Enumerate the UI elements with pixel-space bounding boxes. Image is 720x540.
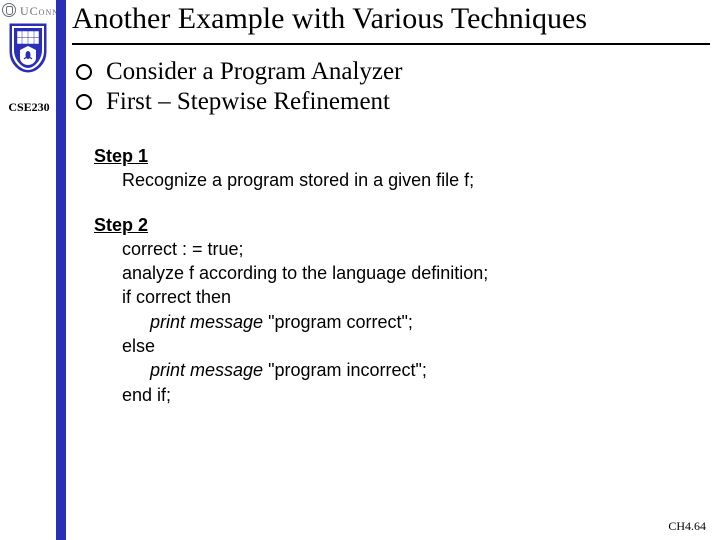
sidebar: UConn CSE230 xyxy=(0,0,56,540)
print-arg: "program correct"; xyxy=(263,312,413,332)
slide-title: Another Example with Various Techniques xyxy=(72,2,710,36)
university-name: UConn xyxy=(20,4,59,19)
print-arg: "program incorrect"; xyxy=(263,360,427,380)
step2-line: print message "program incorrect"; xyxy=(94,358,690,382)
step2-line: end if; xyxy=(94,383,690,407)
bullet-item: Consider a Program Analyzer xyxy=(76,58,700,86)
bullet-text: First – Stepwise Refinement xyxy=(106,88,390,116)
step1-heading: Step 1 xyxy=(94,144,690,168)
title-underline xyxy=(72,43,710,45)
bullet-item: First – Stepwise Refinement xyxy=(76,88,700,116)
step2-line: analyze f according to the language defi… xyxy=(94,261,690,285)
bullet-icon xyxy=(76,94,92,110)
step2-line: if correct then xyxy=(94,285,690,309)
bullet-list: Consider a Program Analyzer First – Step… xyxy=(76,58,700,118)
print-message: print message xyxy=(150,312,263,332)
bullet-icon xyxy=(76,64,92,80)
step2-line: print message "program correct"; xyxy=(94,310,690,334)
slide-footer: CH4.64 xyxy=(668,519,706,534)
step1-line: Recognize a program stored in a given fi… xyxy=(94,168,690,192)
course-code: CSE230 xyxy=(2,100,56,115)
bullet-text: Consider a Program Analyzer xyxy=(106,58,402,86)
step2-line: correct : = true; xyxy=(94,237,690,261)
shield-icon xyxy=(8,22,48,74)
accent-strip xyxy=(56,0,66,540)
steps-body: Step 1 Recognize a program stored in a g… xyxy=(94,144,690,407)
print-message: print message xyxy=(150,360,263,380)
step2-heading: Step 2 xyxy=(94,213,690,237)
step2-line: else xyxy=(94,334,690,358)
slide: UConn CSE230 Another Example with Variou… xyxy=(0,0,720,540)
seal-icon xyxy=(2,3,16,17)
